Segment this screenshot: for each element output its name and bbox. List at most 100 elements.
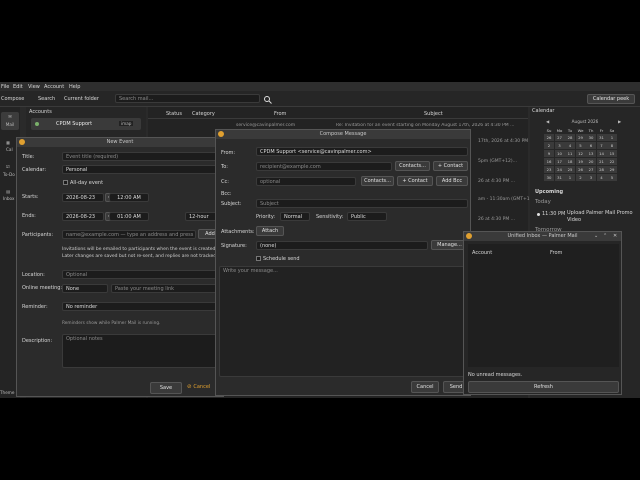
calendar-day[interactable]: 31 [596,134,607,141]
calendar-day[interactable]: 5 [575,142,586,149]
menu-account[interactable]: Account [44,84,64,90]
end-date-input[interactable]: 2026-08-23 [62,212,104,221]
schedule-send-checkbox[interactable] [256,256,261,261]
allday-checkbox[interactable] [63,180,68,185]
calendar-day[interactable]: 30 [544,174,554,181]
todo-icon[interactable]: ☑ [6,164,10,169]
rail-inbox-label[interactable]: Inbox [3,196,14,201]
save-button[interactable]: Save [150,382,182,394]
start-time-input[interactable]: 12:00 AM [109,193,149,202]
cc-add-contact-button[interactable]: + Contact [397,176,433,186]
mail-row-subject[interactable]: am - 11:30am (GMT+1)... [478,197,536,202]
col-subject[interactable]: Subject [424,111,443,117]
mail-row-subject[interactable]: 26 at 4:30 PM ... [478,217,515,222]
rail-todo-label[interactable]: To-Do [3,172,15,177]
cancel-button[interactable]: ⊘ Cancel [187,384,210,394]
calendar-day[interactable]: 12 [575,150,586,157]
rail-mail[interactable]: ✉ Mail [1,112,19,130]
search-input[interactable]: Search mail... [115,94,260,103]
reminder-select[interactable]: No reminder [62,302,222,311]
meeting-link-input[interactable]: Paste your meeting link [111,284,222,293]
participants-input[interactable]: name@example.com — type an address and p… [62,230,196,239]
maximize-icon[interactable]: ⌃ [603,232,607,241]
to-input[interactable]: recipient@example.com [256,162,392,171]
mail-row-subject[interactable]: 17th, 2026 at 4:30 PM ... [478,139,534,144]
calendar-select[interactable]: Personal [62,165,222,174]
calendar-day[interactable]: 9 [544,150,554,157]
calendar-day[interactable]: 29 [575,134,586,141]
start-date-input[interactable]: 2026-08-23 [62,193,104,202]
col-account[interactable]: Account [472,250,492,256]
col-category[interactable]: Category [192,111,215,117]
event-title-input[interactable]: Event title (required) [62,152,222,161]
account-item[interactable]: CPDM Support imap [31,118,141,130]
calendar-day[interactable]: 10 [554,150,565,157]
compose-cancel-button[interactable]: Cancel [411,381,439,393]
calendar-day[interactable]: 19 [575,158,586,165]
calendar-day[interactable]: 31 [554,174,565,181]
refresh-button[interactable]: Refresh [468,381,619,393]
calendar-day[interactable]: 1 [565,174,575,181]
add-bcc-button[interactable]: Add Bcc [436,176,468,186]
calendar-day[interactable]: 17 [554,158,565,165]
menu-view[interactable]: View [28,84,40,90]
calendar-peek-button[interactable]: Calendar peek [587,94,635,104]
compose-button[interactable]: Compose [1,96,24,102]
calendar-day[interactable]: 29 [607,166,617,173]
location-input[interactable]: Optional [62,270,222,279]
calendar-day[interactable]: 8 [607,142,617,149]
calendar-day[interactable]: 23 [544,166,554,173]
calendar-day[interactable]: 30 [586,134,596,141]
subject-input[interactable]: Subject [256,199,468,208]
calendar-day[interactable]: 3 [586,174,596,181]
online-meeting-select[interactable]: None [62,284,108,293]
upcoming-event[interactable]: 11:30 PM Upload Palmer Mail Promo Video [535,210,635,224]
calendar-day[interactable]: 5 [607,174,617,181]
sensitivity-select[interactable]: Public [347,212,387,221]
prev-month-icon[interactable]: ◀ [546,119,549,124]
mail-row-subject[interactable]: 5pm (GMT+12)... [478,159,517,164]
next-month-icon[interactable]: ▶ [618,119,621,124]
calendar-day[interactable]: 26 [575,166,586,173]
rail-cal-label[interactable]: Cal [6,147,13,152]
rail-theme-label[interactable]: Theme [0,390,14,395]
priority-select[interactable]: Normal [280,212,310,221]
calendar-day[interactable]: 18 [565,158,575,165]
col-from[interactable]: From [550,250,562,256]
menu-file[interactable]: File [1,84,9,90]
calendar-day[interactable]: 2 [544,142,554,149]
search-scope-select[interactable]: Current folder [64,96,99,102]
description-textarea[interactable]: Optional notes [62,334,222,368]
calendar-day[interactable]: 22 [607,158,617,165]
menu-help[interactable]: Help [69,84,80,90]
calendar-day[interactable]: 28 [596,166,607,173]
calendar-day[interactable]: 20 [586,158,596,165]
end-time-input[interactable]: 01:00 AM [109,212,149,221]
calendar-day[interactable]: 7 [596,142,607,149]
calendar-day[interactable]: 1 [607,134,617,141]
calendar-day[interactable]: 13 [586,150,596,157]
mail-row-subject[interactable]: 26 at 4:30 PM ... [478,179,515,184]
message-body[interactable]: Write your message... [219,266,468,377]
cc-contacts-button[interactable]: Contacts... [361,176,394,186]
menu-edit[interactable]: Edit [13,84,23,90]
to-contacts-button[interactable]: Contacts... [395,161,430,171]
close-icon[interactable]: ✕ [613,232,617,241]
calendar-day[interactable]: 2 [575,174,586,181]
calendar-day[interactable]: 25 [565,166,575,173]
calendar-day[interactable]: 26 [544,134,554,141]
signature-select[interactable]: (none) [256,241,428,250]
col-from[interactable]: From [274,111,286,117]
calendar-day[interactable]: 14 [596,150,607,157]
calendar-day[interactable]: 16 [544,158,554,165]
calendar-day[interactable]: 4 [596,174,607,181]
calendar-day[interactable]: 21 [596,158,607,165]
calendar-day[interactable]: 15 [607,150,617,157]
chevron-down-icon[interactable]: ⌄ [594,232,598,241]
calendar-day[interactable]: 11 [565,150,575,157]
from-select[interactable]: CPDM Support <service@cavinpalmer.com> [256,147,468,156]
calendar-day[interactable]: 27 [554,134,565,141]
inbox-icon[interactable]: ▤ [6,189,10,194]
calendar-day[interactable]: 4 [565,142,575,149]
search-icon[interactable] [263,95,272,104]
